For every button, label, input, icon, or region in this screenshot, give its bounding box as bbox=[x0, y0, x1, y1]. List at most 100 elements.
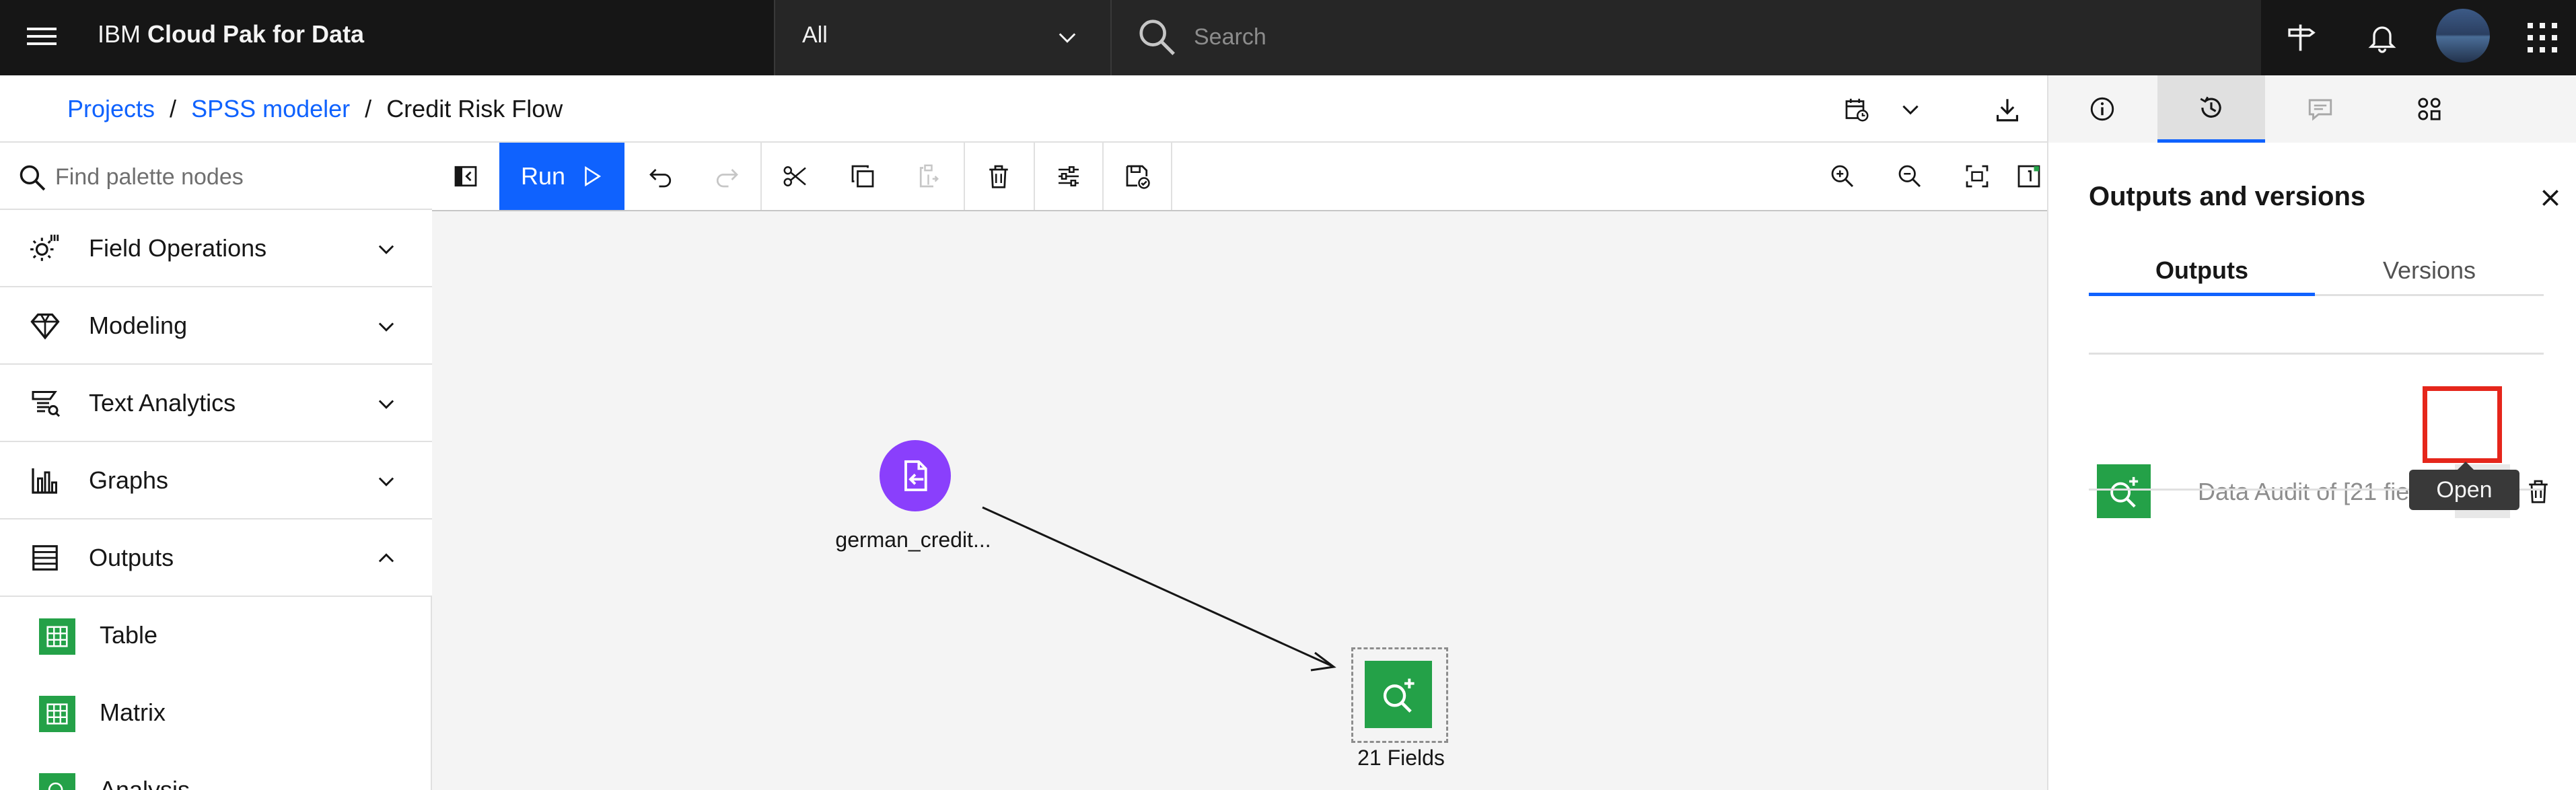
category-graphs[interactable]: Graphs bbox=[0, 442, 432, 519]
zoom-to-fit-button[interactable] bbox=[1943, 143, 2011, 210]
chevron-up-icon bbox=[378, 553, 394, 563]
breadcrumb-projects[interactable]: Projects bbox=[67, 95, 155, 122]
zoom-in-button[interactable] bbox=[1809, 143, 1876, 210]
undo-button[interactable] bbox=[627, 143, 694, 210]
breadcrumb-bar: Projects / SPSS modeler / Credit Risk Flow bbox=[0, 75, 2047, 143]
search-icon bbox=[20, 165, 46, 191]
cut-button[interactable] bbox=[762, 143, 829, 210]
chevron-down-icon bbox=[1902, 105, 1919, 115]
chevron-down-icon bbox=[378, 245, 394, 254]
text-analytics-icon bbox=[27, 385, 63, 421]
product-name[interactable]: IBM Cloud Pak for Data bbox=[98, 19, 364, 50]
schedule-button[interactable] bbox=[1838, 92, 1875, 128]
data-audit-node-icon bbox=[2097, 464, 2151, 518]
node-label: german_credit... bbox=[835, 528, 991, 552]
search-input[interactable] bbox=[1194, 20, 2136, 54]
zoom-in-icon bbox=[1831, 165, 1854, 188]
category-outputs[interactable]: Outputs bbox=[0, 519, 432, 597]
save-version-button[interactable] bbox=[1104, 143, 1171, 210]
modeling-icon bbox=[27, 308, 63, 344]
category-text-analytics[interactable]: Text Analytics bbox=[0, 365, 432, 442]
minimap-button[interactable] bbox=[2011, 143, 2047, 210]
signpost-icon bbox=[2288, 24, 2316, 51]
sliders-icon bbox=[1059, 166, 1079, 186]
magnify-plus-icon bbox=[1383, 678, 1415, 713]
close-panel-button[interactable] bbox=[2534, 182, 2567, 214]
minimap-icon bbox=[2017, 165, 2040, 188]
run-button[interactable]: Run bbox=[499, 143, 624, 210]
tab-outputs-history[interactable] bbox=[2157, 75, 2265, 143]
category-field-operations[interactable]: Field Operations bbox=[0, 210, 432, 287]
play-icon bbox=[585, 166, 602, 187]
trash-icon bbox=[989, 165, 1008, 188]
node-palette: Field Operations Modeling Text Analytics… bbox=[0, 143, 432, 790]
palette-search-input[interactable] bbox=[55, 161, 405, 192]
delete-output-button[interactable] bbox=[2519, 472, 2557, 510]
panel-toggle-icon bbox=[454, 166, 477, 187]
tab-settings[interactable] bbox=[2375, 75, 2483, 143]
analysis-icon bbox=[39, 773, 75, 790]
scissors-icon bbox=[783, 166, 806, 186]
search-icon bbox=[1139, 20, 1175, 55]
app-switcher-icon[interactable] bbox=[2528, 23, 2557, 52]
paste-icon bbox=[919, 164, 939, 188]
data-audit-node[interactable] bbox=[1365, 661, 1432, 728]
close-icon bbox=[2542, 190, 2559, 206]
info-icon bbox=[2090, 97, 2114, 121]
zoom-out-button[interactable] bbox=[1876, 143, 1943, 210]
tab-comments bbox=[2266, 75, 2374, 143]
schedule-menu-button[interactable] bbox=[1892, 92, 1929, 128]
palette-search bbox=[0, 143, 432, 210]
chevron-down-icon bbox=[1059, 33, 1076, 43]
node-link bbox=[982, 506, 1336, 672]
delete-button[interactable] bbox=[965, 143, 1032, 210]
download-icon bbox=[1996, 99, 2019, 122]
palette-node-matrix[interactable]: Matrix bbox=[0, 674, 432, 752]
undo-icon bbox=[649, 169, 672, 188]
field-operations-icon bbox=[27, 230, 63, 266]
paste-button bbox=[896, 143, 964, 210]
tab-outputs[interactable]: Outputs bbox=[2089, 252, 2315, 296]
whats-new-button[interactable] bbox=[2261, 0, 2342, 75]
node-label: Table bbox=[100, 621, 158, 649]
breadcrumb: Projects / SPSS modeler / Credit Risk Flow bbox=[67, 94, 563, 124]
category-modeling[interactable]: Modeling bbox=[0, 287, 432, 365]
breadcrumb-spss-modeler[interactable]: SPSS modeler bbox=[191, 95, 350, 122]
category-label: Field Operations bbox=[89, 234, 267, 262]
node-label: Matrix bbox=[100, 698, 166, 726]
menu-icon[interactable] bbox=[27, 23, 57, 52]
open-tooltip: Open bbox=[2409, 462, 2519, 510]
tab-versions[interactable]: Versions bbox=[2315, 252, 2544, 296]
breadcrumb-separator: / bbox=[365, 95, 372, 122]
notifications-button[interactable] bbox=[2342, 0, 2423, 75]
panel-icon-tabs bbox=[2048, 75, 2576, 143]
outputs-versions-tabs: Outputs Versions bbox=[2089, 252, 2544, 296]
data-asset-node[interactable] bbox=[880, 440, 951, 511]
brand-name: Cloud Pak for Data bbox=[147, 20, 365, 48]
palette-node-analysis[interactable]: Analysis bbox=[0, 752, 432, 790]
chevron-down-icon bbox=[378, 400, 394, 409]
nodes-icon bbox=[2418, 98, 2441, 120]
scope-dropdown[interactable]: All bbox=[774, 0, 1110, 75]
calendar-clock-icon bbox=[1845, 98, 1869, 122]
run-label: Run bbox=[520, 162, 566, 190]
flow-canvas[interactable]: german_credit... 21 Fields bbox=[432, 211, 2047, 790]
breadcrumb-current: Credit Risk Flow bbox=[386, 95, 563, 122]
copy-icon bbox=[851, 165, 874, 188]
download-button[interactable] bbox=[1989, 92, 2026, 128]
breadcrumb-separator: / bbox=[170, 95, 177, 122]
user-avatar[interactable] bbox=[2436, 9, 2490, 63]
node-label: 21 Fields bbox=[1357, 746, 1445, 770]
matrix-icon bbox=[39, 696, 75, 732]
toggle-palette-button[interactable] bbox=[432, 143, 499, 210]
category-label: Graphs bbox=[89, 466, 169, 494]
flow-settings-button[interactable] bbox=[1035, 143, 1102, 210]
node-label: Analysis bbox=[100, 776, 190, 790]
highlight-box bbox=[2423, 386, 2502, 463]
table-icon bbox=[39, 618, 75, 655]
panel-title: Outputs and versions bbox=[2089, 182, 2366, 211]
copy-button[interactable] bbox=[829, 143, 896, 210]
global-search bbox=[1110, 0, 2261, 75]
tab-info[interactable] bbox=[2048, 75, 2156, 143]
palette-node-table[interactable]: Table bbox=[0, 597, 432, 674]
